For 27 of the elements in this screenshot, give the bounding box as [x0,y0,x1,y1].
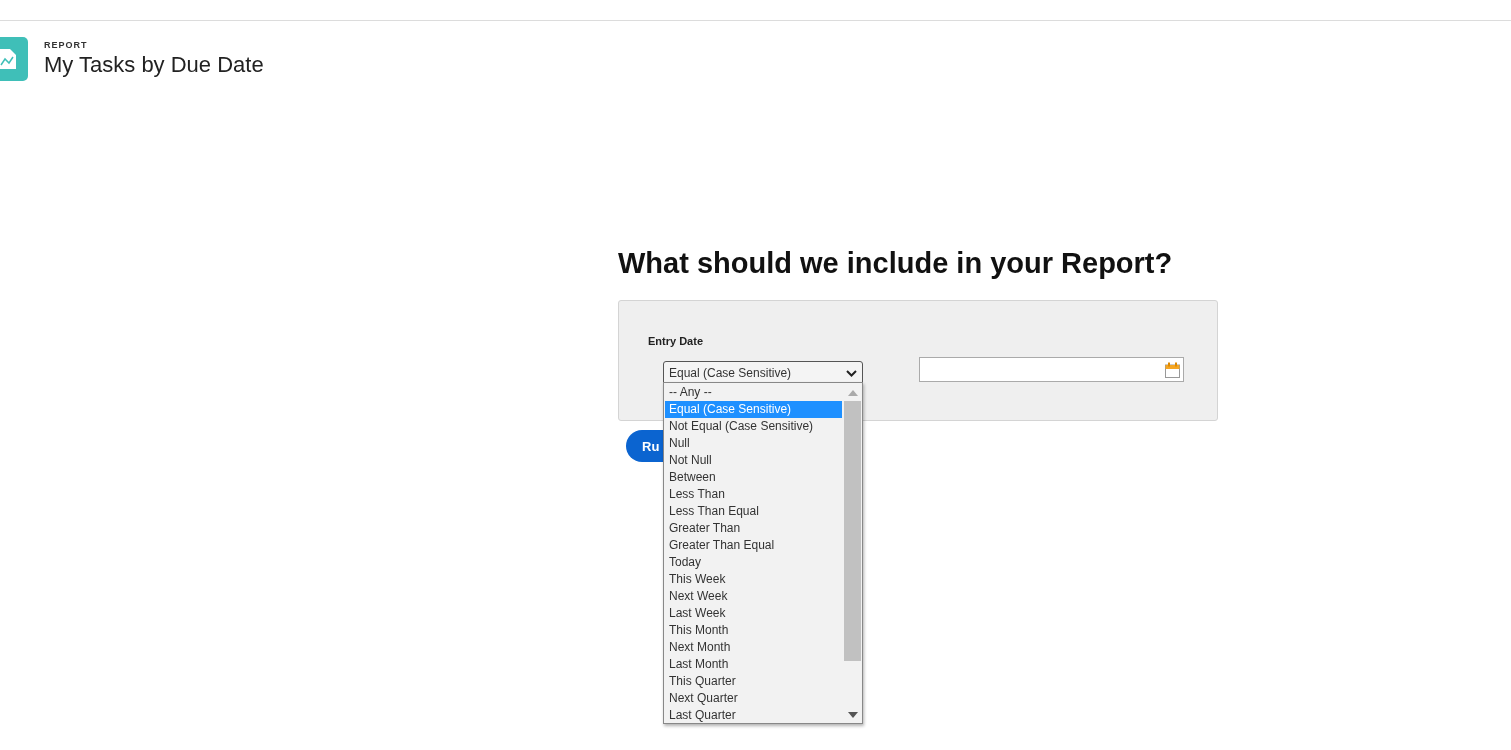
dropdown-option[interactable]: Greater Than Equal [665,537,842,554]
dropdown-option[interactable]: This Week [665,571,842,588]
prompt-heading: What should we include in your Report? [618,246,1174,281]
dropdown-option[interactable]: Last Quarter [665,707,842,724]
date-input-field[interactable] [919,357,1184,382]
dropdown-option[interactable]: Less Than [665,486,842,503]
report-type-label: REPORT [44,40,89,50]
dropdown-option[interactable]: Greater Than [665,520,842,537]
dropdown-option[interactable]: Last Month [665,656,842,673]
calendar-icon[interactable] [1165,361,1180,378]
filter-label: Entry Date [648,335,705,347]
dropdown-option[interactable]: Today [665,554,842,571]
scroll-up-icon[interactable] [847,390,858,396]
report-title: My Tasks by Due Date [44,52,264,78]
dropdown-option[interactable]: Next Quarter [665,690,842,707]
dropdown-option[interactable]: This Month [665,622,842,639]
operator-select[interactable]: Equal (Case Sensitive) [663,361,863,385]
dropdown-option[interactable]: Between [665,469,842,486]
dropdown-option[interactable]: -- Any -- [665,384,842,401]
dropdown-option[interactable]: This Quarter [665,673,842,690]
chevron-down-icon [846,369,857,377]
scroll-down-icon[interactable] [847,712,858,718]
dropdown-option[interactable]: Next Week [665,588,842,605]
dropdown-option[interactable]: Next Month [665,639,842,656]
dropdown-option[interactable]: Last Week [665,605,842,622]
dropdown-option[interactable]: Less Than Equal [665,503,842,520]
report-icon [0,37,28,81]
